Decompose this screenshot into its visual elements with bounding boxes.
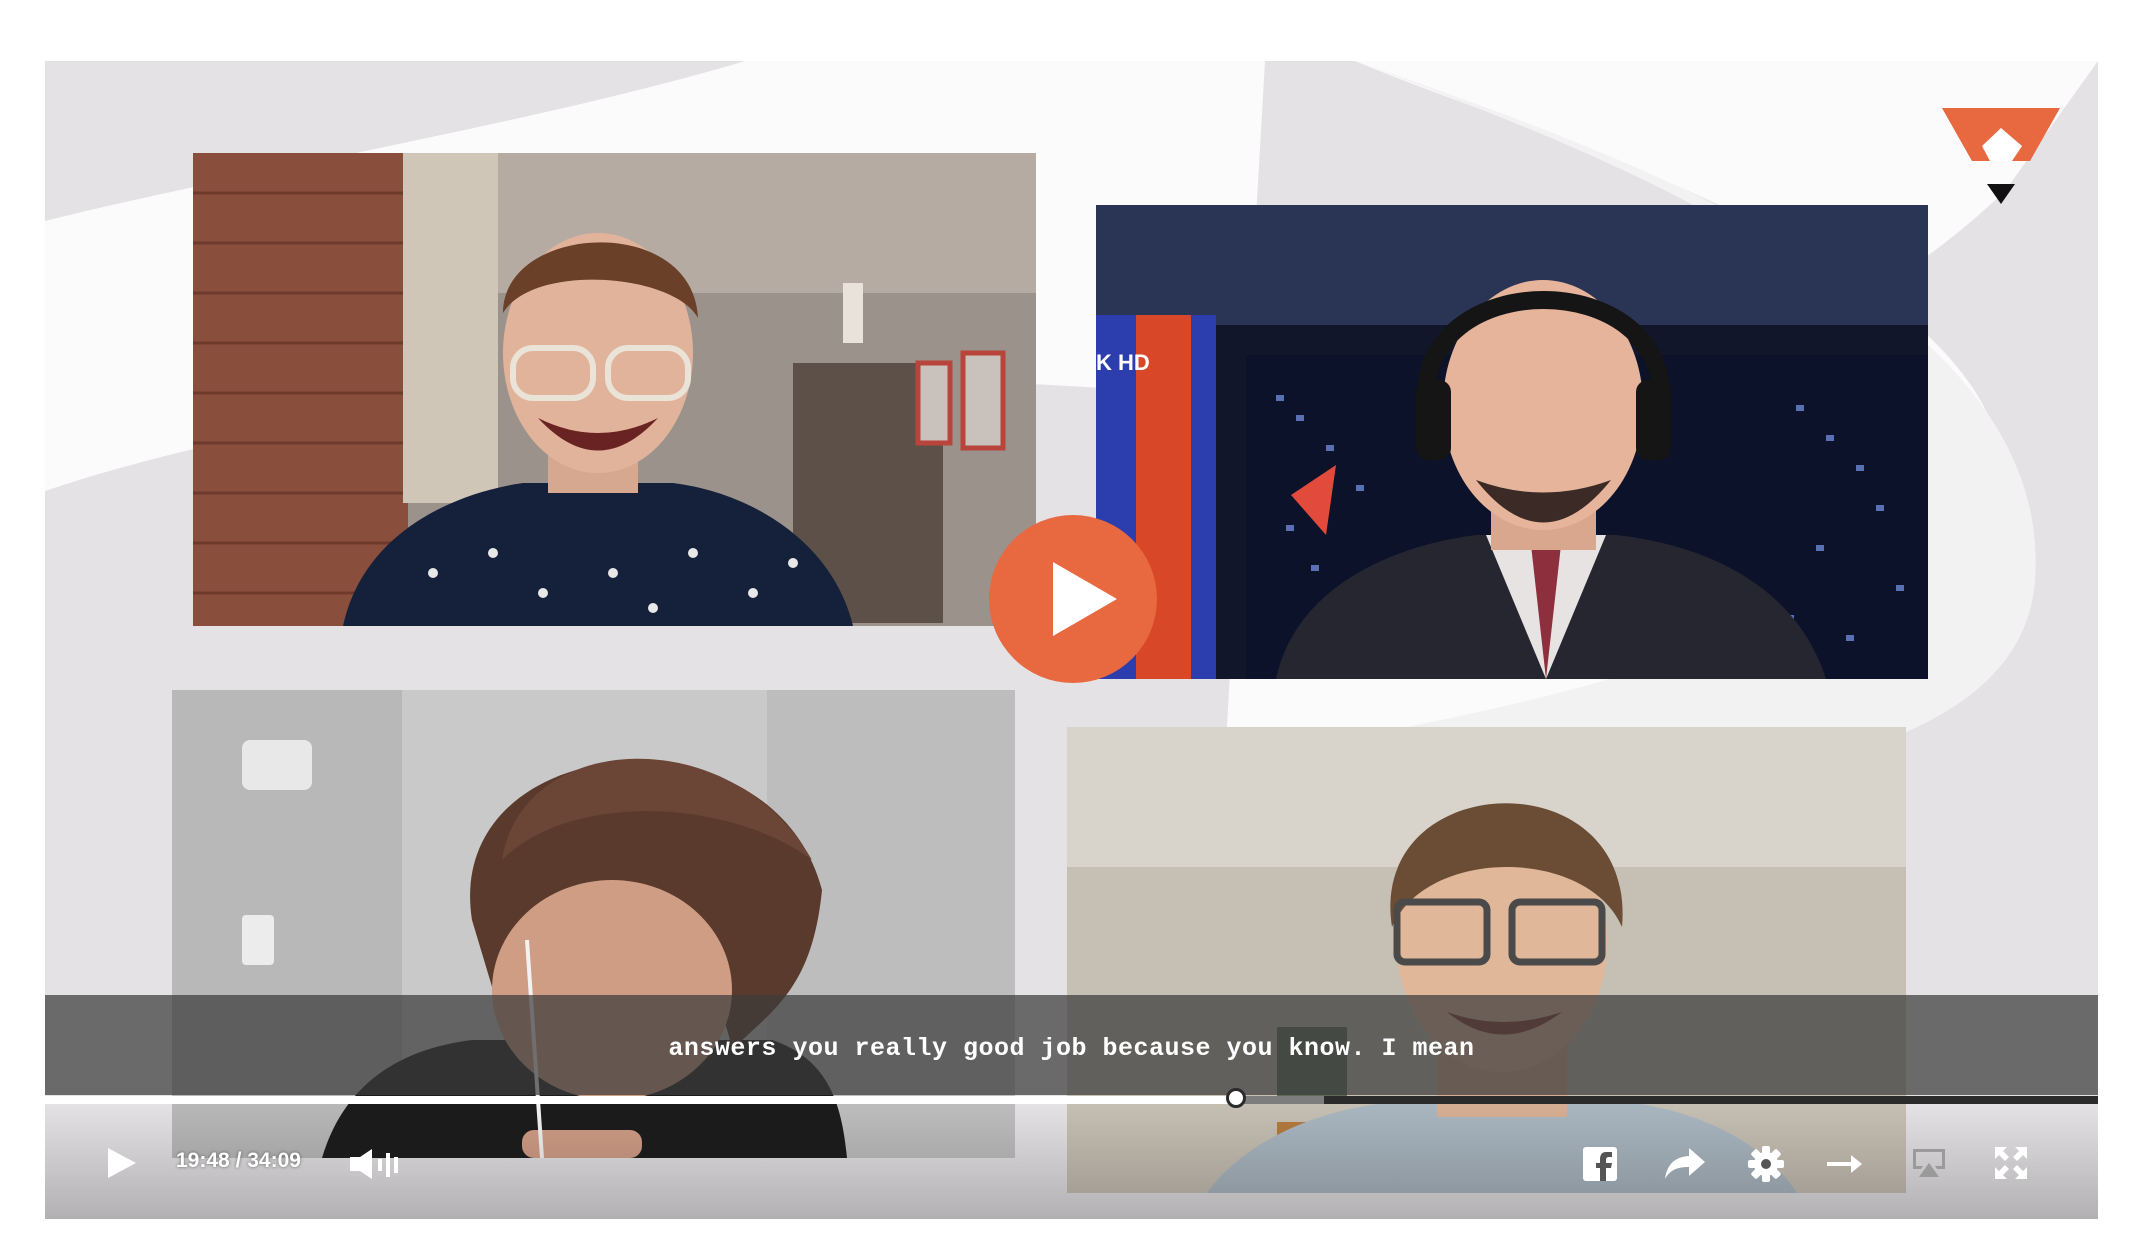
share-icon[interactable] <box>1663 1146 1707 1182</box>
big-play-button[interactable] <box>989 515 1157 683</box>
progress-bar[interactable] <box>45 1088 2098 1108</box>
video-player[interactable]: K HD answers you really good job because… <box>45 61 2098 1219</box>
brand-logo-icon <box>1942 108 2060 204</box>
participant-video-top-left <box>193 153 1036 626</box>
duration: 34:09 <box>247 1149 301 1172</box>
facebook-icon[interactable] <box>1583 1147 1617 1181</box>
gear-icon[interactable] <box>1747 1145 1785 1183</box>
fullscreen-icon[interactable] <box>1993 1145 2029 1181</box>
participant-video-top-right: K HD <box>1096 205 1928 679</box>
arrow-right-icon[interactable] <box>1827 1153 1863 1175</box>
caption-text: answers you really good job because you … <box>668 1034 1475 1063</box>
time-separator: / <box>235 1149 242 1172</box>
svg-text:K HD: K HD <box>1096 350 1150 375</box>
progress-played <box>45 1096 1236 1104</box>
current-time: 19:48 <box>176 1149 230 1172</box>
play-icon[interactable] <box>106 1146 138 1180</box>
airplay-icon[interactable] <box>1911 1147 1947 1179</box>
time-display: 19:48 / 34:09 <box>176 1149 301 1173</box>
volume-icon[interactable] <box>348 1147 404 1181</box>
